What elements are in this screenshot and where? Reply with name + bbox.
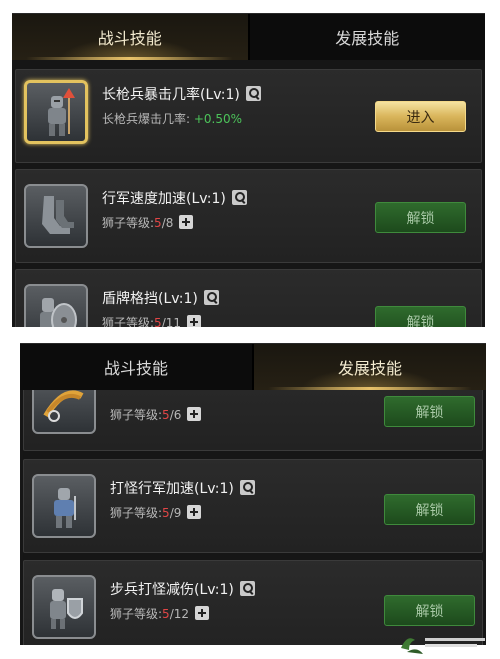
skill-card[interactable]: 长枪兵暴击几率(Lv:1) 长枪兵爆击几率: +0.50% 进入 [15,69,482,163]
plus-icon[interactable] [195,606,209,620]
lion-level: 狮子等级:5/6 [110,406,202,423]
skill-card[interactable]: 打怪行军加速(Lv:1) 狮子等级:5/9 解锁 [23,459,483,553]
skill-bonus: 长枪兵爆击几率: +0.50% [102,112,243,126]
skill-title: 行军速度加速(Lv:1) [102,188,247,208]
watermark-logo [401,638,485,654]
skill-title: 长枪兵暴击几率(Lv:1) [102,84,261,104]
tab-development-skills[interactable]: 发展技能 [247,14,486,60]
lion-level: 狮子等级:5/12 [110,605,209,622]
unlock-button[interactable]: 解锁 [375,202,466,233]
boots-icon [24,184,88,248]
plus-icon[interactable] [179,215,194,229]
search-icon[interactable] [231,190,247,205]
skill-card[interactable]: 行军速度加速(Lv:1) 狮子等级:5/8 解锁 [15,169,482,263]
skill-title: 盾牌格挡(Lv:1) [102,288,219,308]
shield-knight-icon [24,284,88,327]
spearman-icon[interactable] [24,80,88,144]
lion-level: 狮子等级:5/8 [102,214,194,231]
skills-panel-development: 战斗技能 发展技能 狮子等级:5/6 解锁 战斗技能 发展技能 [20,343,486,645]
unlock-button[interactable]: 解锁 [384,595,475,626]
search-icon[interactable] [203,290,219,305]
search-icon[interactable] [239,581,255,596]
search-icon[interactable] [245,86,261,101]
lion-level: 狮子等级:5/9 [110,504,202,521]
skill-tabs: 战斗技能 发展技能 [12,14,485,60]
skill-title: 步兵打怪减伤(Lv:1) [110,579,255,599]
skill-tabs-overlay: 战斗技能 发展技能 [20,344,486,390]
plus-icon[interactable] [187,315,201,327]
skills-panel-combat: 战斗技能 发展技能 长枪兵暴击几率(Lv:1) 长枪兵爆击几率: +0.50% … [12,13,485,327]
search-icon[interactable] [239,480,255,495]
skill-title: 打怪行军加速(Lv:1) [110,478,255,498]
tab-development-skills[interactable]: 发展技能 [252,344,486,390]
tab-combat-skills[interactable]: 战斗技能 [12,14,248,60]
unlock-button[interactable]: 解锁 [375,306,466,327]
lion-level: 狮子等级:5/11 [102,314,201,327]
tab-combat-skills[interactable]: 战斗技能 [20,344,252,390]
plus-icon[interactable] [187,505,202,519]
plus-icon[interactable] [187,407,202,421]
infantry-icon [32,575,96,639]
unlock-button[interactable]: 解锁 [384,396,475,427]
enter-button[interactable]: 进入 [375,101,466,132]
armored-soldier-icon [32,474,96,538]
unlock-button[interactable]: 解锁 [384,494,475,525]
skill-card[interactable]: 盾牌格挡(Lv:1) 狮子等级:5/11 解锁 [15,269,482,327]
